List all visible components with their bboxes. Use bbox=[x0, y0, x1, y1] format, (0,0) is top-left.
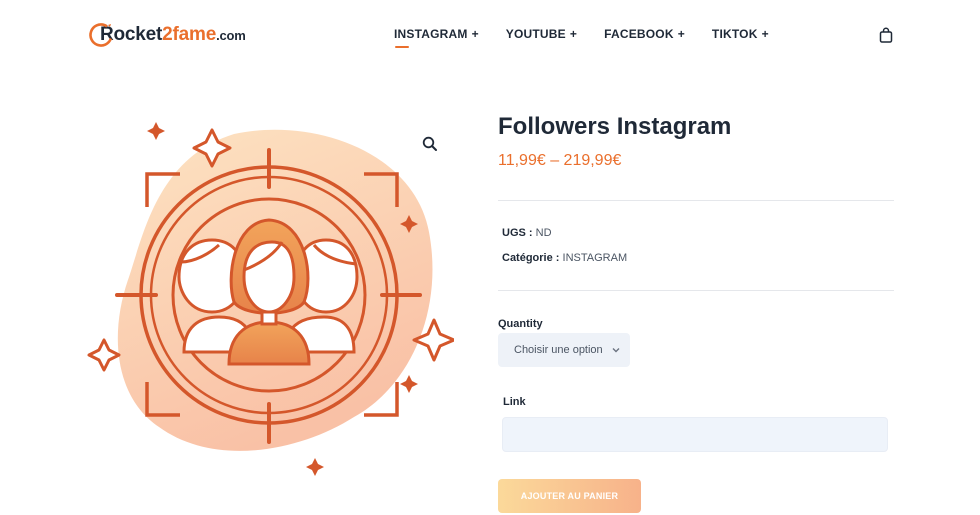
person-center-icon bbox=[227, 218, 311, 366]
nav-item-tiktok[interactable]: TIKTOK + bbox=[712, 27, 769, 41]
nav-label: YOUTUBE bbox=[505, 27, 566, 41]
quantity-selected-value: Choisir une option bbox=[514, 344, 603, 356]
category-link[interactable]: INSTAGRAM bbox=[563, 252, 628, 264]
product-price: 11,99€ – 219,99€ bbox=[498, 152, 622, 169]
divider bbox=[498, 200, 894, 201]
nav-plus-icon: + bbox=[569, 27, 578, 41]
product-title: Followers Instagram bbox=[498, 113, 732, 140]
quantity-select[interactable]: Choisir une option bbox=[498, 333, 630, 367]
sku-value: ND bbox=[535, 227, 552, 239]
shopping-bag-icon[interactable] bbox=[879, 27, 893, 43]
main-nav: INSTAGRAM + YOUTUBE + FACEBOOK + TIKTOK + bbox=[394, 27, 769, 48]
nav-plus-icon: + bbox=[677, 27, 685, 41]
nav-plus-icon: + bbox=[471, 27, 479, 41]
nav-item-facebook[interactable]: FACEBOOK + bbox=[604, 27, 685, 41]
rocket-logo-icon bbox=[89, 23, 113, 47]
divider bbox=[498, 290, 894, 291]
nav-item-youtube[interactable]: YOUTUBE + bbox=[506, 27, 577, 41]
sku-label: UGS : bbox=[502, 227, 533, 239]
link-input[interactable] bbox=[502, 417, 888, 452]
chevron-down-icon bbox=[612, 348, 620, 353]
nav-label: INSTAGRAM bbox=[394, 27, 468, 41]
product-illustration bbox=[87, 122, 454, 476]
magnifier-icon[interactable] bbox=[421, 135, 439, 153]
logo-domain: .com bbox=[216, 28, 246, 43]
site-logo[interactable]: Rocket2fame.com bbox=[88, 19, 246, 51]
nav-label: FACEBOOK bbox=[604, 27, 674, 41]
nav-label: TIKTOK bbox=[711, 27, 758, 41]
add-to-cart-button[interactable]: AJOUTER AU PANIER bbox=[498, 479, 641, 513]
nav-plus-icon: + bbox=[761, 27, 769, 41]
logo-text: Rocket2fame.com bbox=[100, 24, 246, 46]
product-category: Catégorie : INSTAGRAM bbox=[502, 252, 627, 264]
link-label: Link bbox=[503, 396, 526, 408]
nav-item-instagram[interactable]: INSTAGRAM + bbox=[394, 27, 479, 48]
quantity-label: Quantity bbox=[498, 318, 543, 330]
logo-name-part2: 2fame bbox=[162, 24, 217, 45]
site-header: Rocket2fame.com INSTAGRAM + YOUTUBE + FACE… bbox=[0, 0, 980, 70]
product-sku: UGS : ND bbox=[502, 227, 552, 239]
category-label: Catégorie : bbox=[502, 252, 560, 264]
